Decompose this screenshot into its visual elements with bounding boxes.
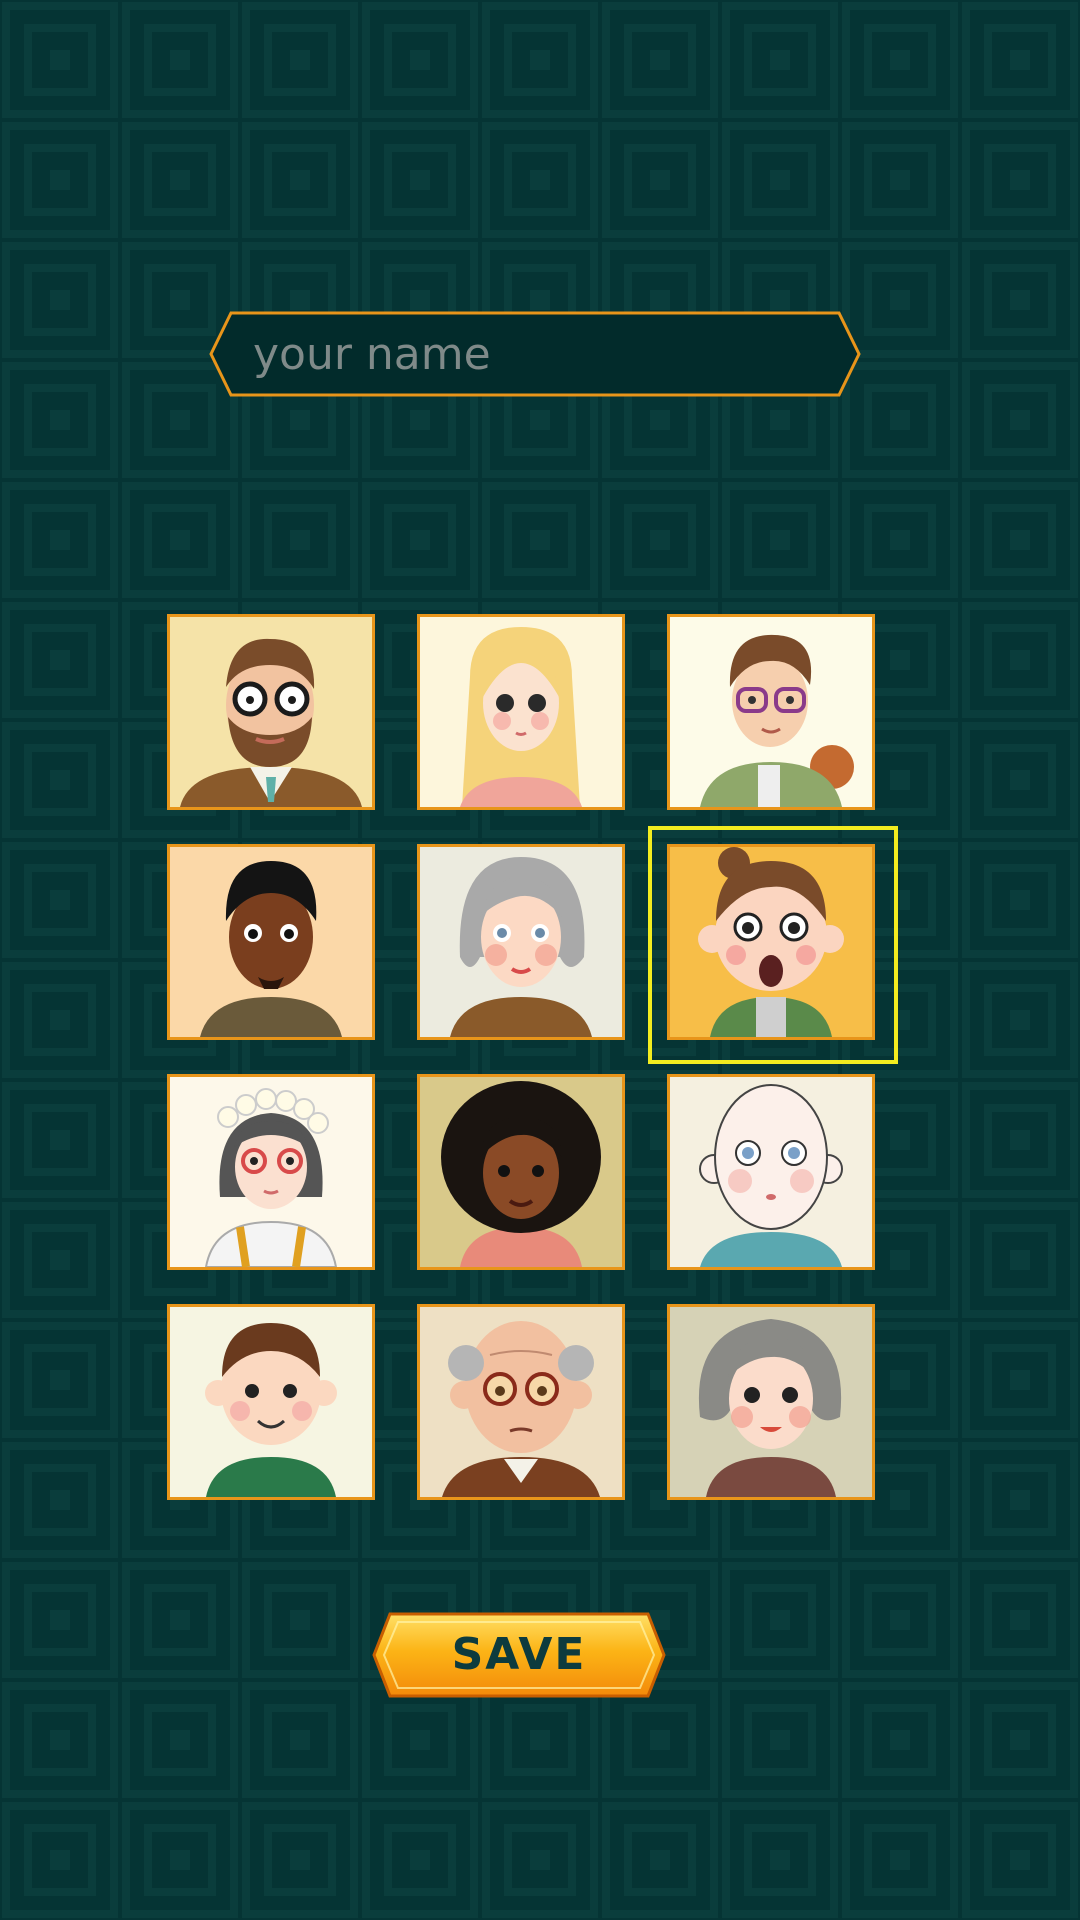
avatar-option[interactable]	[667, 1304, 875, 1500]
surprised-girl-bun-avatar-icon	[670, 847, 872, 1037]
name-input[interactable]	[253, 319, 813, 389]
boy-purple-glasses-avatar-icon	[670, 617, 872, 807]
avatar-option[interactable]	[417, 844, 625, 1040]
girl-flower-crown-avatar-icon	[170, 1077, 372, 1267]
bearded-man-glasses-avatar-icon	[170, 617, 372, 807]
avatar-option[interactable]	[667, 614, 875, 810]
avatar-option[interactable]	[167, 614, 375, 810]
avatar-option[interactable]	[417, 1304, 625, 1500]
avatar-option[interactable]	[417, 1074, 625, 1270]
avatar-option[interactable]	[167, 1304, 375, 1500]
bald-kid-avatar-icon	[670, 1077, 872, 1267]
blonde-girl-avatar-icon	[420, 617, 622, 807]
avatar-option[interactable]	[667, 1074, 875, 1270]
name-field[interactable]	[209, 311, 861, 397]
curly-haired-woman-avatar-icon	[420, 1077, 622, 1267]
gray-curly-woman-avatar-icon	[670, 1307, 872, 1497]
avatar-option[interactable]	[417, 614, 625, 810]
smiling-boy-avatar-icon	[170, 1307, 372, 1497]
save-button[interactable]: SAVE	[372, 1612, 666, 1698]
avatar-option[interactable]	[167, 1074, 375, 1270]
old-bald-man-glasses-avatar-icon	[420, 1307, 622, 1497]
avatar-option[interactable]	[167, 844, 375, 1040]
avatar-option[interactable]	[667, 844, 875, 1040]
save-button-label: SAVE	[451, 1629, 587, 1680]
dark-skinned-man-avatar-icon	[170, 847, 372, 1037]
gray-haired-woman-avatar-icon	[420, 847, 622, 1037]
